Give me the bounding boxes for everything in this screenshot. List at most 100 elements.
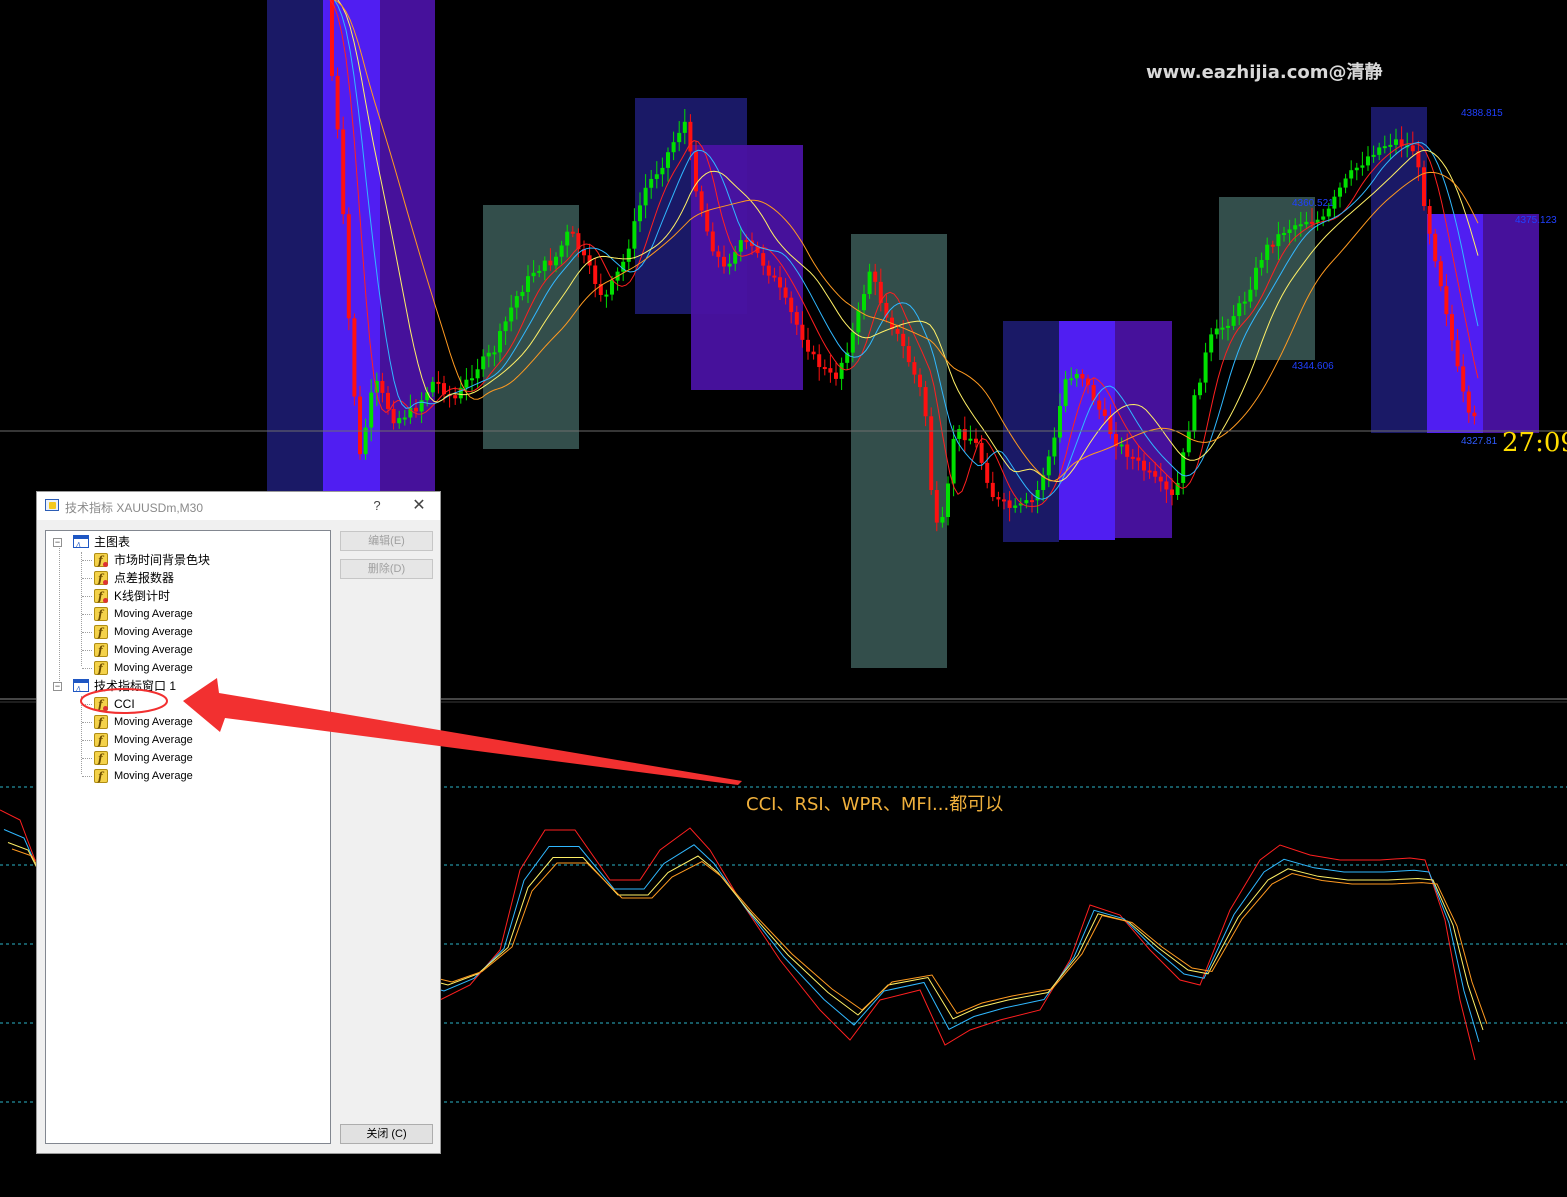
tree-item-indicator[interactable]: Moving Average: [82, 641, 324, 660]
candle-body: [783, 287, 788, 298]
candle-body: [1136, 457, 1141, 461]
candle-body: [923, 387, 928, 417]
candle-body: [1158, 476, 1163, 482]
candle-body: [1254, 267, 1258, 290]
candle-body: [1013, 505, 1018, 508]
candle-body: [873, 271, 878, 282]
price-label-green-low: 4344.606: [1292, 361, 1334, 372]
delete-button[interactable]: 删除(D): [340, 559, 433, 579]
candle-body: [1198, 382, 1202, 396]
candle-body: [1102, 409, 1107, 416]
candle-body: [565, 231, 570, 246]
tree-item-indicator[interactable]: Moving Average: [82, 605, 324, 624]
candle-body: [918, 374, 922, 388]
candle-body: [1002, 499, 1006, 502]
candle-body: [778, 277, 782, 288]
candle-body: [800, 324, 805, 340]
candle-body: [1388, 144, 1393, 147]
candle-body: [666, 152, 670, 168]
close-icon[interactable]: ✕: [409, 496, 429, 516]
candle-body: [834, 372, 838, 379]
candle-body: [1455, 340, 1460, 367]
candle-body: [514, 296, 519, 308]
candle-body: [408, 407, 413, 418]
candle-body: [1046, 456, 1051, 476]
tree-item-indicator[interactable]: CCI: [82, 695, 324, 714]
annotation-text: CCI、RSI、WPR、MFI...都可以: [746, 794, 1004, 815]
tree-item-indicator[interactable]: Moving Average: [82, 713, 324, 732]
watermark: www.eazhijia.com@清静: [1146, 62, 1383, 83]
bar-countdown: 27:09: [1502, 428, 1567, 458]
session-box: [691, 145, 803, 390]
candle-body: [1209, 334, 1214, 353]
candle-body: [1298, 224, 1303, 227]
candle-body: [738, 240, 743, 252]
tree-node-main-chart[interactable]: − 主图表: [53, 533, 324, 555]
edit-button[interactable]: 编辑(E): [340, 531, 433, 551]
collapse-toggle[interactable]: −: [53, 682, 62, 691]
candle-body: [1450, 314, 1454, 341]
tree-line: [82, 560, 92, 561]
candle-body: [1287, 229, 1292, 234]
tree-node-label: 技术指标窗口 1: [94, 679, 177, 693]
candle-body: [391, 408, 396, 424]
candle-body: [346, 214, 351, 319]
tree-item-indicator[interactable]: 点差报数器: [82, 569, 324, 588]
candle-body: [1214, 328, 1219, 335]
candle-body: [341, 129, 346, 215]
close-button[interactable]: 关闭 (C): [340, 1124, 433, 1144]
candle-body: [817, 354, 822, 368]
tree-item-indicator[interactable]: K线倒计时: [82, 587, 324, 606]
tree-node-indicator-window[interactable]: − 技术指标窗口 1: [53, 677, 324, 699]
tree-item-indicator[interactable]: Moving Average: [82, 749, 324, 768]
tree-line: [82, 578, 92, 579]
candle-body: [705, 210, 710, 232]
candle-body: [1237, 303, 1242, 317]
session-box: [1115, 321, 1172, 538]
tree-item-indicator[interactable]: 市场时间背景色块: [82, 551, 324, 570]
collapse-toggle[interactable]: −: [53, 538, 62, 547]
indicator-icon: [94, 642, 108, 660]
dialog-titlebar[interactable]: 技术指标 XAUUSDm,M30 ? ✕: [37, 492, 440, 520]
candle-body: [1074, 374, 1079, 379]
tree-line: [82, 722, 92, 723]
candle-body: [1394, 139, 1398, 145]
help-button[interactable]: ?: [367, 496, 387, 516]
tree-item-indicator[interactable]: Moving Average: [82, 731, 324, 750]
candle-body: [1153, 471, 1158, 477]
candle-body: [414, 407, 418, 412]
candle-body: [425, 392, 430, 401]
candle-body: [358, 396, 362, 455]
candle-body: [839, 362, 844, 379]
candle-body: [772, 275, 777, 278]
candle-body: [694, 151, 698, 192]
candle-body: [671, 142, 676, 153]
candle-body: [940, 517, 945, 523]
candle-body: [1366, 156, 1370, 166]
candle-body: [1444, 286, 1449, 315]
tree-item-indicator[interactable]: Moving Average: [82, 767, 324, 786]
candle-body: [856, 310, 861, 333]
candle-body: [912, 362, 917, 375]
candle-body: [430, 381, 435, 393]
indicator-tree[interactable]: − 主图表 市场时间背景色块点差报数器 K线倒计时 Moving Average Mo…: [45, 530, 331, 1144]
candle-body: [1080, 374, 1085, 379]
candle-body: [1097, 400, 1102, 410]
candle-body: [1382, 146, 1387, 149]
candle-body: [632, 221, 637, 249]
candle-body: [1259, 259, 1264, 268]
tree-line: [82, 704, 92, 705]
candle-body: [1063, 379, 1068, 407]
tree-item-indicator[interactable]: Moving Average: [82, 623, 324, 642]
indicator-icon: [94, 660, 108, 678]
candle-body: [688, 121, 693, 152]
candle-body: [794, 312, 799, 325]
tree-item-indicator[interactable]: Moving Average: [82, 659, 324, 678]
candle-body: [481, 356, 486, 370]
candle-body: [1343, 178, 1348, 188]
candle-body: [352, 318, 357, 397]
candle-body: [1125, 444, 1130, 457]
candle-body: [1270, 244, 1275, 247]
candle-body: [464, 379, 469, 388]
candle-body: [1466, 391, 1471, 413]
